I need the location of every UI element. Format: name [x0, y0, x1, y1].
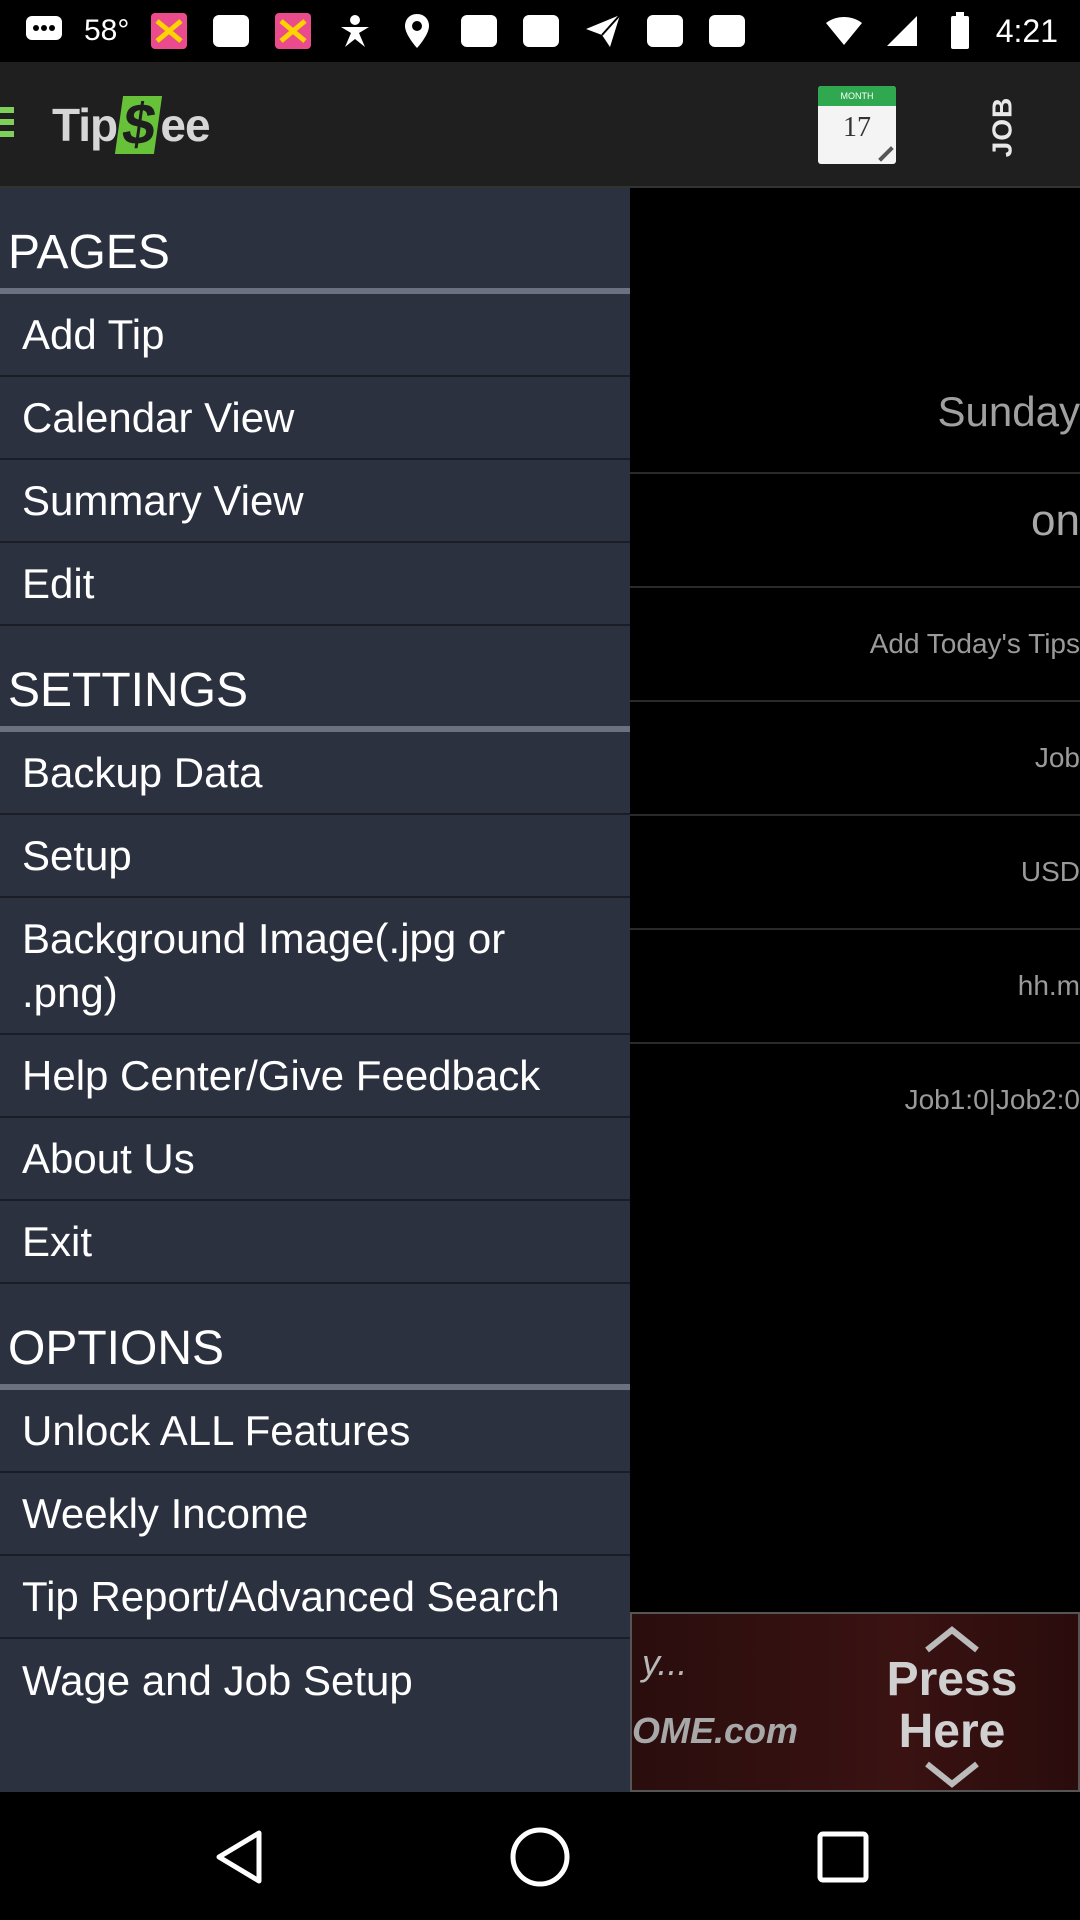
chevron-down-icon [925, 1761, 979, 1788]
currency-field: USD [1020, 856, 1080, 887]
menu-item-wage-job-setup[interactable]: Wage and Job Setup [0, 1639, 630, 1722]
bg-row-jobs-summary: Job1:0|Job2:0 [630, 1044, 1080, 1158]
add-todays-tips-label: Add Today's Tips [869, 628, 1080, 659]
options-header: OPTIONS [0, 1284, 630, 1390]
pages-header-label: PAGES [8, 226, 170, 279]
bg-row-hours[interactable]: hh.m [630, 930, 1080, 1044]
menu-item-label: Help Center/Give Feedback [22, 1051, 541, 1099]
menu-item-label: Background Image(.jpg or .png) [22, 914, 506, 1016]
menu-item-label: Exit [22, 1217, 93, 1265]
ad-banner[interactable]: y... OME.com Press Here [630, 1612, 1080, 1792]
blank-notification-icon [209, 11, 253, 51]
menu-item-tip-report[interactable]: Tip Report/Advanced Search [0, 1556, 630, 1639]
message-icon [22, 11, 66, 51]
ad-text-line2: OME.com [632, 1710, 799, 1751]
menu-item-summary-view[interactable]: Summary View [0, 460, 630, 543]
bg-row-day: Sunday [630, 188, 1080, 474]
status-bar: 58° 4:21 [0, 0, 1080, 62]
job-label: JOB [986, 96, 1018, 158]
home-circle-icon [510, 1827, 570, 1887]
blank-notification-icon-5 [705, 11, 749, 51]
hours-field: hh.m [1017, 970, 1080, 1001]
clock: 4:21 [995, 12, 1058, 49]
bg-row-job[interactable]: Job [630, 702, 1080, 816]
menu-item-label: Unlock ALL Features [22, 1406, 411, 1454]
blank-notification-icon-4 [643, 11, 687, 51]
jobs-summary: Job1:0|Job2:0 [904, 1084, 1080, 1115]
menu-item-unlock-all-features[interactable]: Unlock ALL Features [0, 1390, 630, 1473]
pop-app-icon [147, 11, 191, 51]
menu-item-exit[interactable]: Exit [0, 1201, 630, 1284]
pages-header: PAGES [0, 188, 630, 294]
menu-item-label: Edit [22, 559, 95, 607]
options-header-label: OPTIONS [8, 1322, 225, 1375]
signal-icon [880, 11, 924, 51]
home-button[interactable] [505, 1822, 575, 1892]
back-button[interactable] [204, 1822, 274, 1892]
bg-row-on[interactable]: on [630, 474, 1080, 588]
temperature: 58° [84, 14, 130, 47]
menu-item-label: Add Tip [22, 310, 165, 358]
calendar-button[interactable]: MONTH 17 [818, 86, 896, 164]
menu-item-backup-data[interactable]: Backup Data [0, 732, 630, 815]
app-logo: Tip $ ee [52, 90, 211, 160]
menu-item-label: Calendar View [22, 393, 295, 441]
person-icon [333, 11, 377, 51]
main-content: Sunday on Add Today's Tips Job USD hh.m … [630, 188, 1080, 1612]
status-icons-right: 4:21 [822, 10, 1058, 52]
menu-item-label: Summary View [22, 476, 304, 524]
job-button[interactable]: JOB [985, 96, 1019, 158]
logo-text-left: Tip [52, 99, 118, 151]
navigation-drawer: PAGES Add Tip Calendar View Summary View… [0, 188, 630, 1792]
menu-item-add-tip[interactable]: Add Tip [0, 294, 630, 377]
recents-square-icon [817, 1831, 869, 1883]
back-triangle-icon [216, 1830, 262, 1884]
calendar-icon-header: MONTH [818, 86, 896, 106]
menu-item-label: Tip Report/Advanced Search [22, 1572, 560, 1620]
menu-item-weekly-income[interactable]: Weekly Income [0, 1473, 630, 1556]
menu-item-label: Weekly Income [22, 1489, 309, 1537]
day-label: Sunday [937, 388, 1080, 435]
menu-item-label: Backup Data [22, 748, 263, 796]
location-pin-icon [395, 11, 439, 51]
blank-notification-icon-3 [519, 11, 563, 51]
battery-icon [938, 11, 982, 51]
status-icons-left: 58° [22, 10, 749, 52]
menu-item-edit[interactable]: Edit [0, 543, 630, 626]
recents-button[interactable] [808, 1822, 878, 1892]
bg-row-add-tips[interactable]: Add Today's Tips [630, 588, 1080, 702]
menu-item-label: About Us [22, 1134, 195, 1182]
system-navigation-bar [0, 1792, 1080, 1920]
menu-item-about-us[interactable]: About Us [0, 1118, 630, 1201]
press-here-button[interactable]: Press Here [867, 1654, 1037, 1758]
logo-text-right: ee [160, 99, 210, 151]
menu-item-help-center[interactable]: Help Center/Give Feedback [0, 1035, 630, 1118]
menu-item-label: Setup [22, 831, 132, 879]
blank-notification-icon-2 [457, 11, 501, 51]
pop-app-icon-2 [271, 11, 315, 51]
menu-icon[interactable] [0, 107, 14, 143]
settings-header: SETTINGS [0, 626, 630, 732]
menu-item-label: Wage and Job Setup [22, 1656, 413, 1704]
app-bar: Tip $ ee MONTH 17 JOB [0, 62, 1080, 188]
ad-text-line1: y... [642, 1642, 688, 1683]
bg-row-currency[interactable]: USD [630, 816, 1080, 930]
menu-item-setup[interactable]: Setup [0, 815, 630, 898]
wifi-icon [822, 11, 866, 51]
menu-item-calendar-view[interactable]: Calendar View [0, 377, 630, 460]
chevron-up-icon [925, 1626, 979, 1653]
send-icon [581, 11, 625, 51]
logo-dollar: $ [115, 92, 163, 157]
on-label: on [1031, 496, 1080, 545]
job-field: Job [1034, 742, 1080, 773]
menu-item-background-image[interactable]: Background Image(.jpg or .png) [0, 898, 630, 1035]
here-label: Here [898, 1705, 1006, 1758]
settings-header-label: SETTINGS [8, 664, 249, 717]
press-label: Press [886, 1653, 1018, 1706]
